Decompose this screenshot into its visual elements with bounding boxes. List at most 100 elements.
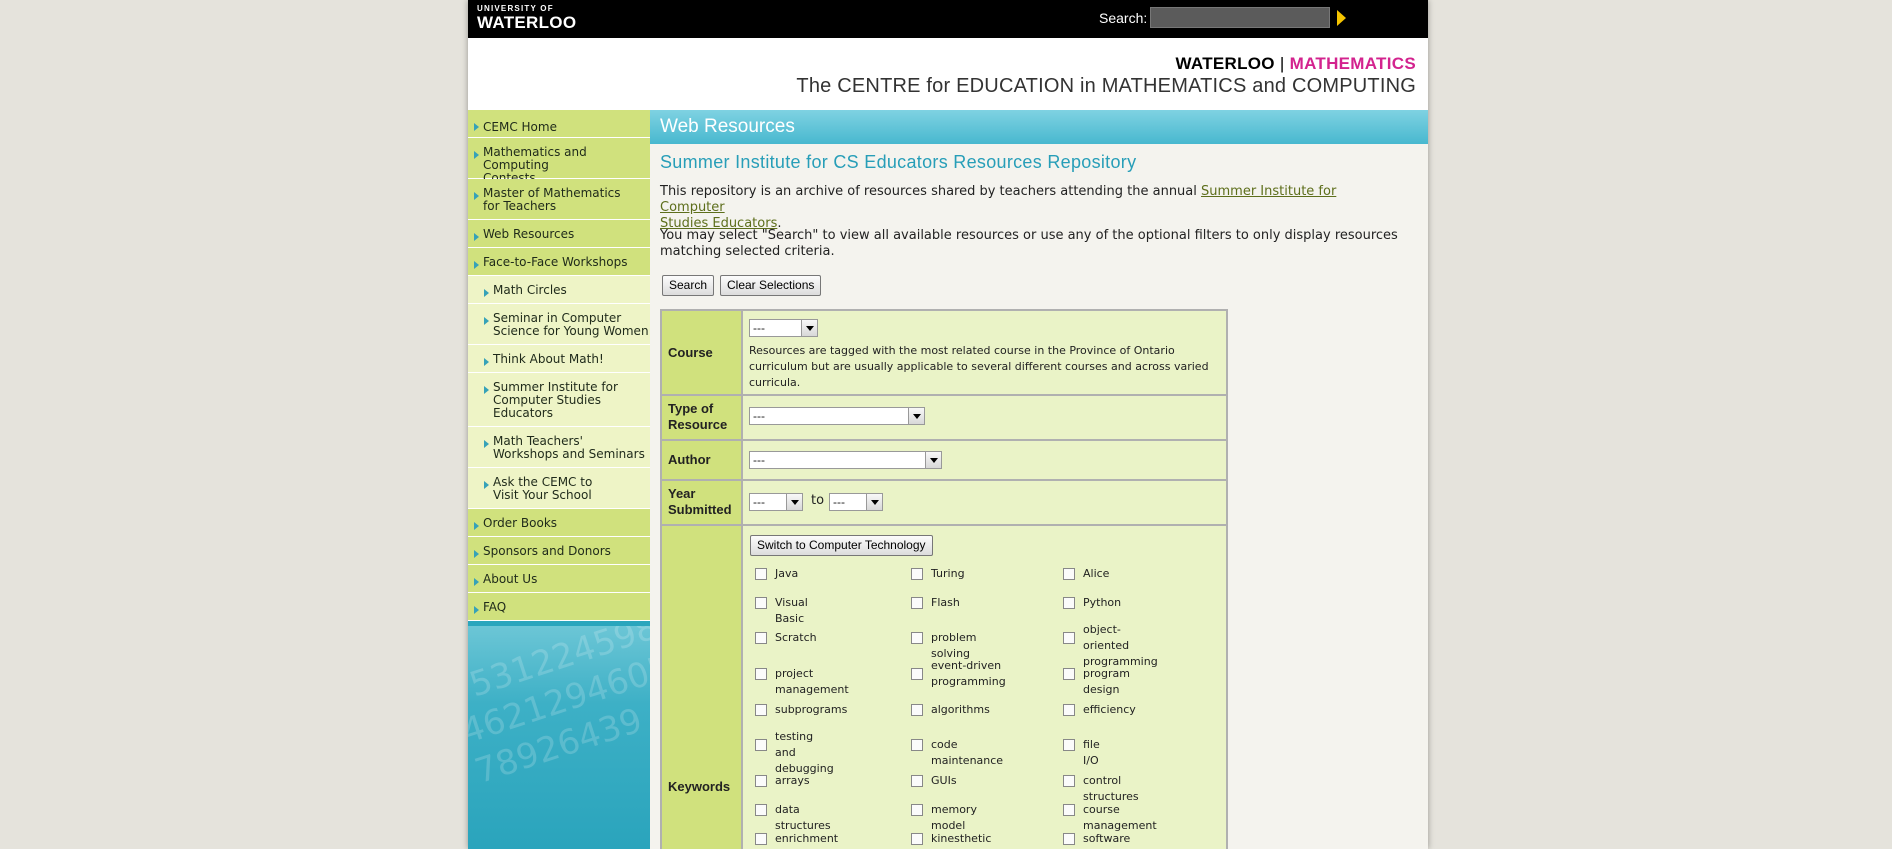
keyword-checkbox[interactable] [1063, 597, 1075, 609]
keyword-checkbox[interactable] [911, 775, 923, 787]
keyword-label-line: program design [1083, 667, 1130, 696]
nav-label-line: Workshops and Seminars [493, 447, 645, 461]
keywords-label-cell: Keywords [662, 526, 741, 849]
keyword-checkbox[interactable] [1063, 739, 1075, 751]
keyword-checkbox[interactable] [1063, 632, 1075, 644]
nav-item-contests[interactable]: Mathematics and Computing Contests [468, 138, 650, 185]
author-select[interactable]: --- [749, 451, 942, 469]
nav-item-master-of-math[interactable]: Master of Mathematics for Teachers [468, 179, 650, 220]
nav-item-think-about-math[interactable]: Think About Math! [468, 345, 650, 373]
nav-label-line: Visit Your School [493, 488, 592, 502]
nav-item-cemc-home[interactable]: CEMC Home [468, 110, 650, 138]
author-label: Author [668, 452, 711, 467]
keyword-checkbox[interactable] [755, 775, 767, 787]
intro-text: This repository is an archive of resourc… [660, 184, 1202, 199]
keyword-label-line: Scratch [775, 631, 817, 644]
university-logo[interactable]: UNIVERSITY OF WATERLOO [477, 5, 577, 32]
nav-arrow-icon [474, 151, 479, 159]
nav-item-label: Order Books [483, 516, 558, 530]
keyword-checkbox[interactable] [1063, 668, 1075, 680]
centre-title: The CENTRE for EDUCATION in MATHEMATICS … [796, 75, 1416, 97]
keyword-checkbox[interactable] [911, 739, 923, 751]
search-go-arrow-icon[interactable] [1337, 10, 1346, 26]
nav-arrow-icon [474, 261, 479, 269]
nav-item-label: Sponsors and Donors [483, 544, 611, 558]
nav-arrow-icon [474, 123, 479, 131]
author-select-value: --- [753, 453, 765, 467]
keyword-checkbox[interactable] [755, 739, 767, 751]
nav-item-seminar-cs[interactable]: Seminar in Computer Science for Young Wo… [468, 304, 650, 345]
keyword-checkbox[interactable] [911, 704, 923, 716]
chevron-down-icon [786, 494, 802, 510]
nav-item-sponsors[interactable]: Sponsors and Donors [468, 537, 650, 565]
intro-paragraph: This repository is an archive of resourc… [660, 184, 1400, 232]
nav-item-label: Think About Math! [493, 352, 604, 366]
nav-item-faq[interactable]: FAQ [468, 593, 650, 621]
nav-item-about-us[interactable]: About Us [468, 565, 650, 593]
keyword-label-line: subprograms [775, 703, 848, 716]
keyword-checkbox[interactable] [911, 668, 923, 680]
keyword-label-line: project management [775, 667, 849, 696]
keyword-checkbox[interactable] [1063, 833, 1075, 845]
nav-item-label: Seminar in Computer Science for Young Wo… [493, 312, 649, 338]
keyword-checkbox[interactable] [1063, 568, 1075, 580]
keyword-checkbox[interactable] [755, 597, 767, 609]
keyword-checkbox[interactable] [755, 568, 767, 580]
nav-item-math-teachers-workshops[interactable]: Math Teachers' Workshops and Seminars [468, 427, 650, 468]
nav-item-math-circles[interactable]: Math Circles [468, 276, 650, 304]
nav-arrow-icon [474, 550, 479, 558]
nav-arrow-icon [474, 522, 479, 530]
brand-line[interactable]: WATERLOO | MATHEMATICS [1175, 54, 1416, 74]
search-button[interactable]: Search [662, 275, 715, 296]
keyword-label-line: efficiency [1083, 703, 1136, 716]
keyword-label: subprograms [775, 702, 847, 718]
nav-arrow-icon [484, 481, 489, 489]
keyword-label-line: Alice [1083, 567, 1110, 580]
keyword-checkbox[interactable] [1063, 704, 1075, 716]
keyword-label-line: object-oriented [1083, 623, 1130, 652]
keyword-checkbox[interactable] [1063, 804, 1075, 816]
keyword-checkbox[interactable] [755, 833, 767, 845]
nav-item-web-resources[interactable]: Web Resources [468, 220, 650, 248]
chevron-down-icon [908, 408, 924, 424]
keyword-checkbox[interactable] [911, 568, 923, 580]
keyword-label-line: event-driven [931, 659, 1002, 672]
search-input[interactable] [1150, 7, 1330, 28]
keyword-checkbox[interactable] [755, 804, 767, 816]
keyword-label: algorithms [931, 702, 990, 718]
keyword-checkbox[interactable] [755, 668, 767, 680]
keyword-label-line: Turing [931, 567, 965, 580]
chevron-down-icon [866, 494, 882, 510]
course-select[interactable]: --- [749, 319, 818, 337]
top-bar: UNIVERSITY OF WATERLOO Search: [468, 0, 1428, 38]
nav-item-label: Master of Mathematics for Teachers [483, 187, 621, 213]
nav-item-label: Math Teachers' Workshops and Seminars [493, 435, 645, 461]
keyword-checkbox[interactable] [911, 833, 923, 845]
clear-selections-button[interactable]: Clear Selections [720, 275, 822, 296]
year-to-value: --- [833, 495, 845, 509]
keyword-label-line: course management [1083, 803, 1157, 832]
keyword-checkbox[interactable] [755, 632, 767, 644]
nav-arrow-icon [484, 358, 489, 366]
nav-item-summer-institute[interactable]: Summer Institute for Computer Studies Ed… [468, 373, 650, 427]
keyword-label: arrays [775, 773, 810, 789]
keyword-checkbox[interactable] [911, 804, 923, 816]
type-label-cell: Type of Resource [662, 396, 741, 439]
nav-item-workshops[interactable]: Face-to-Face Workshops [468, 248, 650, 276]
course-note: Resources are tagged with the most relat… [749, 343, 1219, 391]
type-of-resource-select[interactable]: --- [749, 407, 925, 425]
nav-item-ask-cemc[interactable]: Ask the CEMC to Visit Your School [468, 468, 650, 509]
logo-line-2: WATERLOO [477, 13, 577, 32]
sidebar: CEMC Home Mathematics and Computing Cont… [468, 110, 650, 849]
keyword-label-line: Java [775, 567, 799, 580]
nav-item-order-books[interactable]: Order Books [468, 509, 650, 537]
switch-to-computer-technology-button[interactable]: Switch to Computer Technology [750, 535, 933, 556]
keyword-checkbox[interactable] [1063, 775, 1075, 787]
keyword-checkbox[interactable] [911, 597, 923, 609]
year-from-select[interactable]: --- [749, 493, 803, 511]
keyword-checkbox[interactable] [755, 704, 767, 716]
year-to-select[interactable]: --- [829, 493, 883, 511]
keyword-label: efficiency [1083, 702, 1136, 718]
keyword-checkbox[interactable] [911, 632, 923, 644]
keyword-label: Scratch [775, 630, 817, 646]
